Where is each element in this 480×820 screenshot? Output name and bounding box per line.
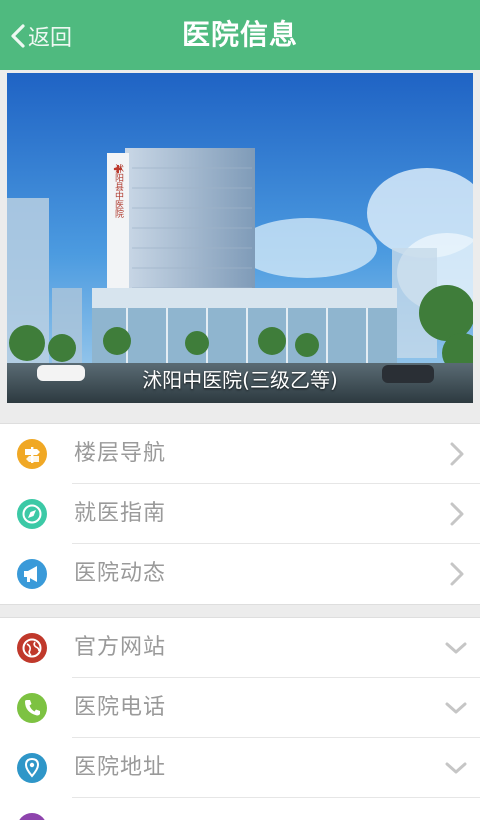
chevron-right-icon xyxy=(450,442,464,466)
signpost-icon xyxy=(17,439,47,469)
compass-icon xyxy=(17,499,47,529)
hospital-navigation-list: 楼层导航 就医指南 医院动态 xyxy=(0,423,480,605)
chevron-right-icon xyxy=(450,562,464,586)
phone-icon xyxy=(17,693,47,723)
chevron-down-icon xyxy=(445,762,467,774)
megaphone-icon xyxy=(17,559,47,589)
hospital-contact-list: 官方网站 医院电话 医院地址 xyxy=(0,617,480,820)
menu-item-partially-visible[interactable] xyxy=(0,798,480,820)
partial-icon xyxy=(17,813,47,820)
page-title: 医院信息 xyxy=(181,18,298,51)
location-pin-icon xyxy=(17,753,47,783)
chevron-down-icon xyxy=(445,702,467,714)
hospital-building-image: ✚ 沭阳县中医院 xyxy=(7,73,473,403)
menu-item-hospital-phone[interactable]: 医院电话 xyxy=(0,678,480,738)
menu-item-label: 医院电话 xyxy=(74,695,167,720)
chevron-down-icon xyxy=(445,642,467,654)
globe-icon xyxy=(17,633,47,663)
menu-item-hospital-address[interactable]: 医院地址 xyxy=(0,738,480,798)
hospital-banner: ✚ 沭阳县中医院 沭阳中医院(三级乙等) xyxy=(7,73,473,403)
menu-item-label: 楼层导航 xyxy=(74,441,167,466)
menu-item-label: 官方网站 xyxy=(74,635,167,660)
menu-item-label: 医院动态 xyxy=(74,561,167,586)
menu-item-label: 就医指南 xyxy=(74,501,167,526)
chevron-right-icon xyxy=(450,502,464,526)
menu-item-medical-guide[interactable]: 就医指南 xyxy=(0,484,480,544)
menu-item-hospital-news[interactable]: 医院动态 xyxy=(0,544,480,604)
banner-caption: 沭阳中医院(三级乙等) xyxy=(142,368,338,392)
menu-item-official-website[interactable]: 官方网站 xyxy=(0,618,480,678)
navigation-bar: 返回 医院信息 xyxy=(0,0,480,70)
menu-item-label: 医院地址 xyxy=(74,755,167,780)
building-sign: 沭阳县中医院 xyxy=(113,163,124,219)
menu-item-floor-navigation[interactable]: 楼层导航 xyxy=(0,424,480,484)
